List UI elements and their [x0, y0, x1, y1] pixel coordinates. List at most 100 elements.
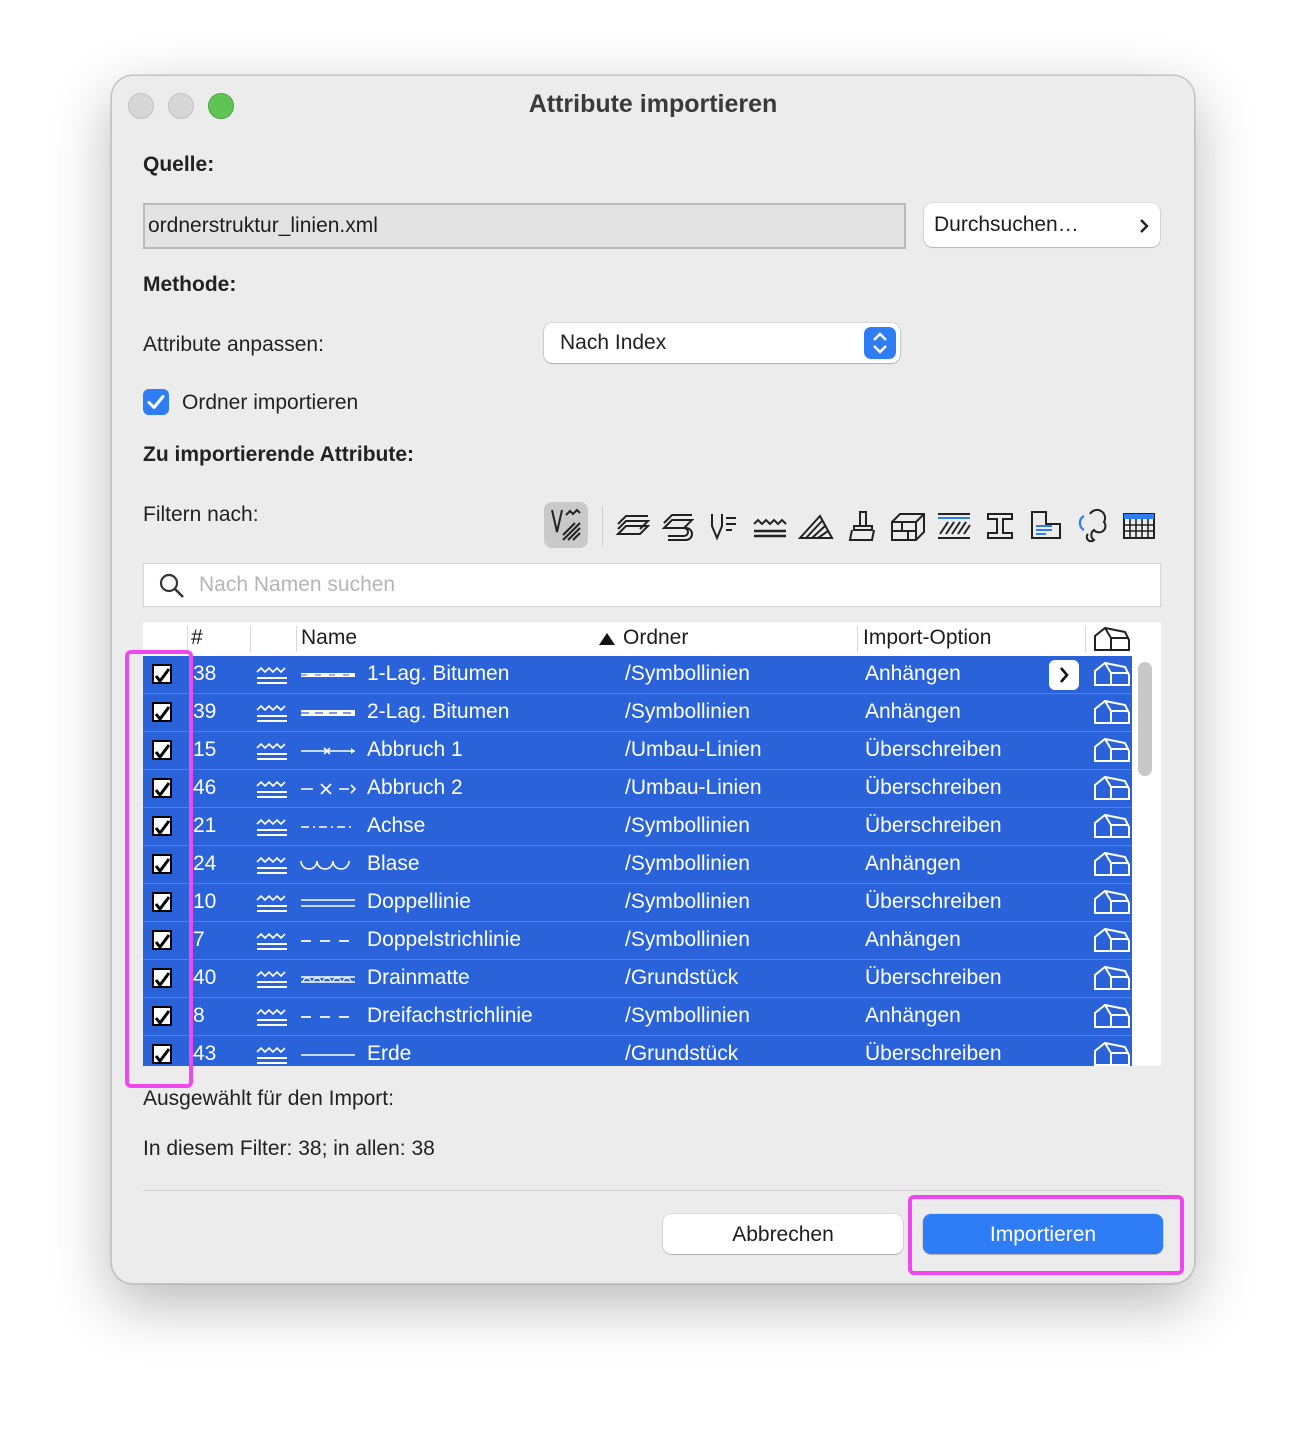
checkbox-column-highlight — [125, 650, 193, 1088]
composites-filter-button[interactable] — [934, 504, 974, 548]
column-header-folder[interactable]: Ordner — [623, 626, 688, 650]
line-preview-icon — [299, 893, 357, 919]
cancel-button[interactable]: Abbrechen — [663, 1214, 903, 1254]
row-name: 2-Lag. Bitumen — [367, 700, 510, 723]
line-preview-icon — [299, 1045, 357, 1066]
row-name: Erde — [367, 1042, 412, 1065]
line-preview-icon — [299, 855, 357, 881]
line-type-icon — [255, 664, 289, 692]
search-field[interactable]: Nach Namen suchen — [143, 563, 1161, 607]
fill-types-filter-button[interactable] — [796, 504, 836, 548]
surfaces-icon — [848, 511, 875, 541]
column-header-name[interactable]: Name — [301, 626, 357, 650]
row-import-option[interactable]: Überschreiben — [865, 814, 1002, 838]
cancel-button-label: Abbrechen — [732, 1223, 834, 1246]
row-index: 40 — [193, 966, 217, 989]
import-option-menu-button[interactable] — [1049, 660, 1079, 690]
table-row[interactable]: 24 Blase/Symbollinien Anhängen — [143, 846, 1132, 884]
row-folder: /Symbollinien — [625, 814, 750, 837]
line-type-icon — [255, 702, 289, 730]
row-import-option[interactable]: Anhängen — [865, 1004, 961, 1028]
building-view-icon — [1091, 775, 1131, 807]
row-import-option[interactable]: Anhängen — [865, 662, 961, 686]
building-view-icon — [1091, 965, 1131, 997]
line-type-icon — [255, 930, 289, 958]
row-import-option[interactable]: Anhängen — [865, 852, 961, 876]
row-index: 43 — [193, 1042, 217, 1065]
import-folders-label: Ordner importieren — [182, 391, 359, 414]
row-name: Achse — [367, 814, 426, 837]
markup-filter-button[interactable] — [1072, 504, 1112, 548]
row-import-option[interactable]: Anhängen — [865, 928, 961, 952]
table-row[interactable]: 39 2-Lag. Bitumen/Symbollinien Anhängen — [143, 694, 1132, 732]
layer-combinations-filter-button[interactable] — [658, 504, 698, 548]
layer-combinations-icon — [661, 514, 695, 541]
match-attributes-value: Nach Index — [560, 331, 667, 354]
zones-filter-button[interactable] — [1026, 504, 1066, 548]
row-import-option[interactable]: Überschreiben — [865, 776, 1002, 800]
line-type-icon — [255, 740, 289, 768]
row-name: Abbruch 1 — [367, 738, 463, 761]
row-folder: /Grundstück — [625, 1042, 739, 1065]
column-header-num[interactable]: # — [191, 626, 203, 650]
profiles-filter-button[interactable] — [980, 504, 1020, 548]
row-folder: /Symbollinien — [625, 1004, 750, 1027]
row-folder: /Symbollinien — [625, 662, 750, 685]
source-label: Quelle: — [143, 153, 215, 176]
row-folder: /Umbau-Linien — [625, 776, 762, 799]
building-materials-filter-button[interactable] — [888, 504, 928, 548]
column-header-import-option[interactable]: Import-Option — [863, 626, 991, 650]
table-row[interactable]: 10 Doppellinie/Symbollinien Überschreiben — [143, 884, 1132, 922]
line-type-icon — [255, 778, 289, 806]
profiles-icon — [987, 513, 1013, 539]
row-import-option[interactable]: Überschreiben — [865, 738, 1002, 762]
row-index: 39 — [193, 700, 217, 723]
table-row[interactable]: 43 Erde/Grundstück Überschreiben — [143, 1036, 1132, 1066]
row-import-option[interactable]: Überschreiben — [865, 1042, 1002, 1066]
row-index: 38 — [193, 662, 217, 685]
chevron-right-icon — [1060, 667, 1069, 683]
building-view-icon — [1094, 626, 1130, 651]
table-row[interactable]: 15 Abbruch 1/Umbau-Linien Überschreiben — [143, 732, 1132, 770]
table-row[interactable]: 40 Drainmatte/Grundstück Überschreiben — [143, 960, 1132, 998]
all-attributes-filter-button[interactable] — [544, 502, 588, 548]
import-button-highlight — [908, 1195, 1184, 1275]
line-preview-icon — [299, 741, 357, 767]
table-row[interactable]: 38 1-Lag. Bitumen/Symbollinien Anhängen — [143, 656, 1132, 694]
line-type-icon — [255, 1044, 289, 1066]
building-view-icon — [1091, 737, 1131, 769]
row-import-option[interactable]: Überschreiben — [865, 890, 1002, 914]
row-import-option[interactable]: Überschreiben — [865, 966, 1002, 990]
import-folders-checkbox[interactable] — [143, 389, 169, 415]
building-view-icon — [1091, 927, 1131, 959]
chevron-right-icon — [1140, 219, 1149, 233]
building-view-icon — [1091, 1003, 1131, 1035]
composites-icon — [938, 513, 971, 539]
row-index: 24 — [193, 852, 217, 875]
line-preview-icon — [299, 817, 357, 843]
pens-filter-button[interactable] — [704, 504, 744, 548]
table-scrollbar[interactable] — [1138, 662, 1152, 776]
match-attributes-popup[interactable]: Nach Index — [544, 323, 900, 363]
row-folder: /Grundstück — [625, 966, 739, 989]
browse-button[interactable]: Durchsuchen… — [924, 203, 1160, 247]
table-row[interactable]: 8 Dreifachstrichlinie/Symbollinien Anhänge… — [143, 998, 1132, 1036]
table-row[interactable]: 21 Achse/Symbollinien Überschreiben — [143, 808, 1132, 846]
row-import-option[interactable]: Anhängen — [865, 700, 961, 724]
column-separator — [857, 626, 858, 652]
table-row[interactable]: 46 Abbruch 2/Umbau-Linien Überschreiben — [143, 770, 1132, 808]
column-separator — [250, 626, 251, 652]
row-name: 1-Lag. Bitumen — [367, 662, 510, 685]
operation-profiles-filter-button[interactable] — [1118, 504, 1158, 548]
layers-filter-button[interactable] — [612, 504, 652, 548]
line-preview-icon — [299, 931, 357, 957]
line-type-icon — [255, 1006, 289, 1034]
table-header: # Name Ordner Import-Option — [143, 622, 1161, 656]
source-file-field[interactable]: ordnerstruktur_linien.xml — [143, 203, 906, 249]
line-types-filter-button[interactable] — [750, 504, 790, 548]
line-preview-icon — [299, 1007, 357, 1033]
table-row[interactable]: 7 Doppelstrichlinie/Symbollinien Anhängen — [143, 922, 1132, 960]
title-bar: Attribute importieren — [112, 76, 1194, 132]
surfaces-filter-button[interactable] — [842, 504, 882, 548]
up-down-chevron-icon — [864, 327, 896, 359]
